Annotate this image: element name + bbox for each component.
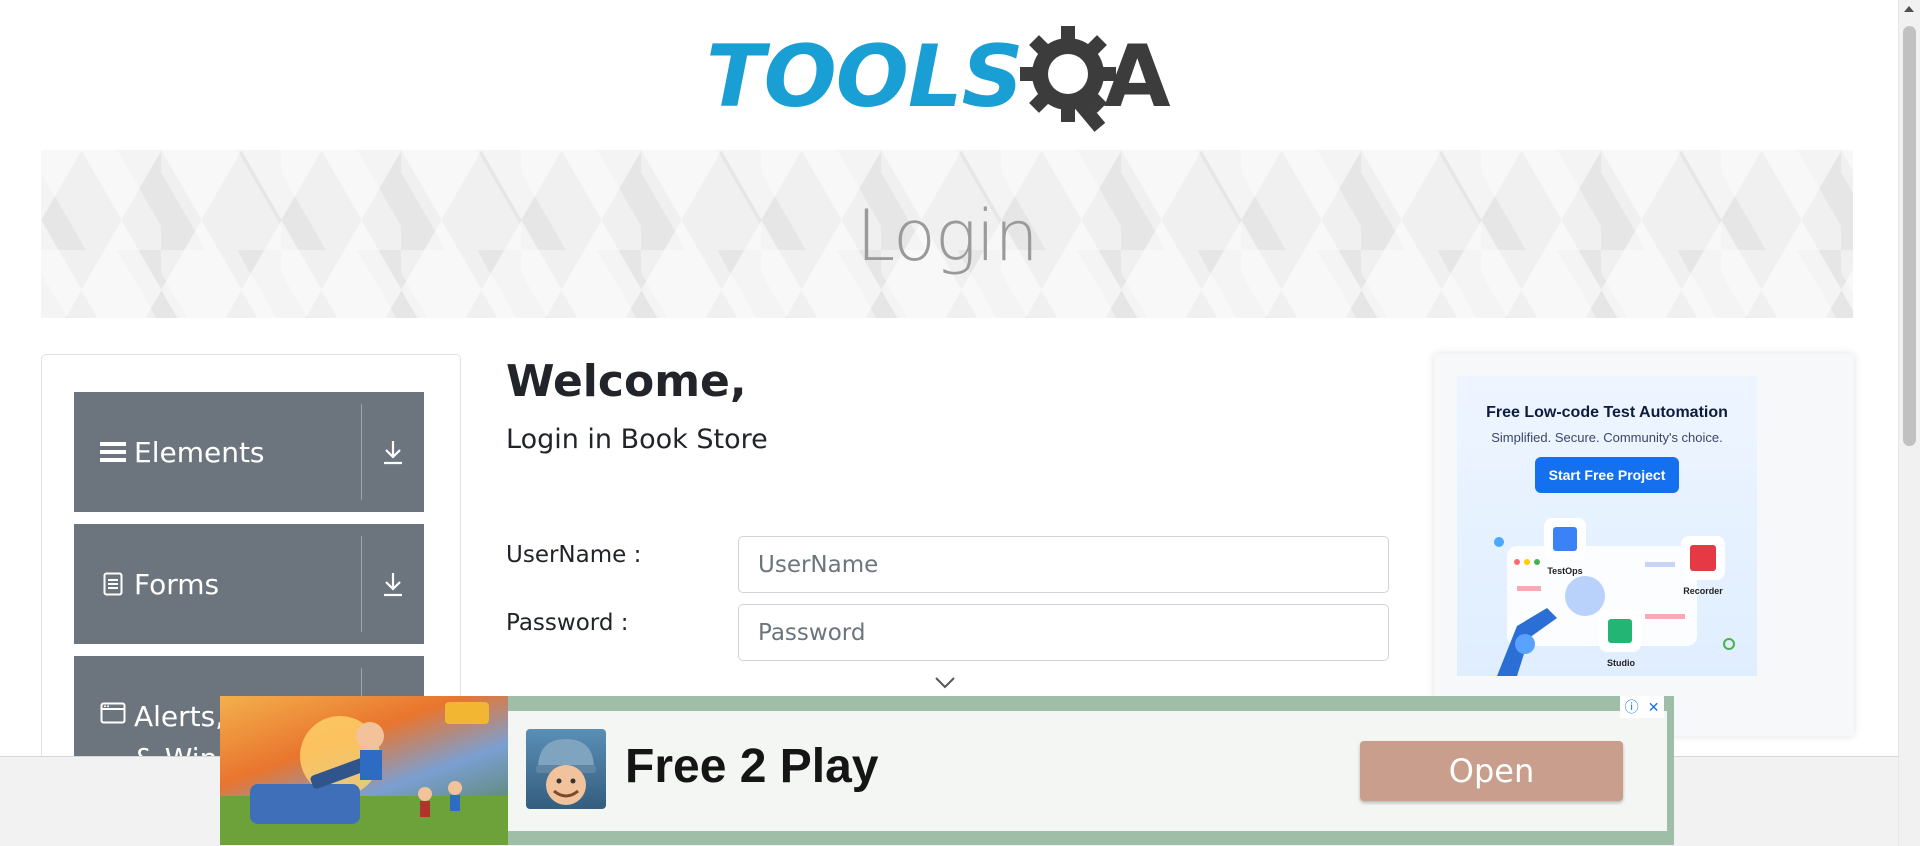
product-label: Studio	[1607, 658, 1635, 668]
sidebar-group-label: Elements	[134, 435, 265, 469]
username-label: UserName :	[506, 542, 642, 568]
vertical-scrollbar[interactable]	[1898, 0, 1920, 846]
ad-subtitle: Simplified. Secure. Community's choice.	[1491, 430, 1723, 445]
ad-headline: Free 2 Play	[625, 740, 879, 793]
page-banner: Login	[41, 150, 1853, 318]
ad-illustration: TestOps Recorder Studio	[1494, 518, 1735, 676]
toolsqa-logo[interactable]: TOOLS A	[706, 22, 1192, 134]
logo-text-tools: TOOLS	[706, 27, 1024, 127]
download-arrow-icon	[384, 441, 402, 465]
ad-panel: Free 2 Play Open	[508, 711, 1667, 831]
game-ad-image	[220, 696, 508, 845]
menu-icon	[100, 439, 126, 465]
page-title: Login	[856, 195, 1038, 277]
window-icon	[100, 700, 126, 726]
download-arrow-icon	[384, 573, 402, 597]
username-input[interactable]	[738, 536, 1389, 593]
sidebar-group-label: Forms	[134, 567, 220, 601]
logo-text-a: A	[1104, 27, 1171, 127]
right-ad-container: Free Low-code Test Automation Simplified…	[1434, 354, 1854, 736]
login-subtitle: Login in Book Store	[506, 424, 768, 455]
document-icon	[100, 571, 126, 597]
bottom-banner-ad[interactable]: Free 2 Play Open ⓘ ✕	[220, 696, 1674, 845]
scrollbar-thumb[interactable]	[1903, 26, 1916, 446]
sidebar-group-forms[interactable]: Forms	[74, 524, 424, 644]
open-button[interactable]: Open	[1360, 741, 1623, 801]
info-icon[interactable]: ⓘ	[1625, 697, 1639, 717]
start-free-project-button[interactable]: Start Free Project	[1534, 457, 1680, 493]
product-label: TestOps	[1547, 566, 1582, 576]
expand-toggle[interactable]	[362, 392, 424, 512]
welcome-heading: Welcome,	[506, 356, 747, 407]
adchoices[interactable]: ⓘ ✕	[1620, 696, 1664, 718]
katalon-ad[interactable]: Free Low-code Test Automation Simplified…	[1457, 376, 1757, 676]
password-label: Password :	[506, 610, 629, 636]
password-input[interactable]	[738, 604, 1389, 661]
product-label: Recorder	[1683, 586, 1723, 596]
sidebar-group-elements[interactable]: Elements	[74, 392, 424, 512]
game-app-icon	[526, 729, 606, 809]
chevron-down-icon[interactable]	[934, 676, 956, 690]
scroll-up-arrow-icon[interactable]	[1904, 6, 1914, 12]
ad-title: Free Low-code Test Automation	[1486, 404, 1728, 421]
expand-toggle[interactable]	[362, 524, 424, 644]
close-icon[interactable]: ✕	[1648, 699, 1660, 716]
